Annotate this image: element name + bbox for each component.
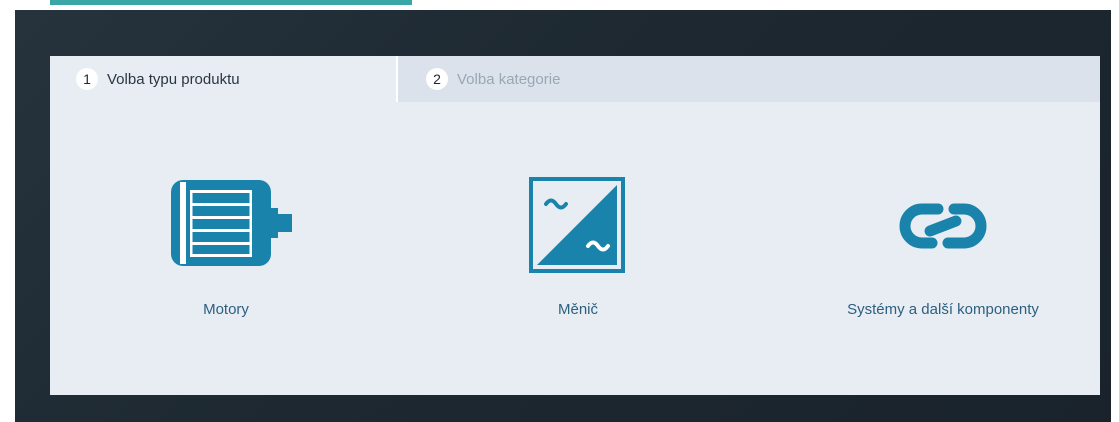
tab-product-type[interactable]: 1 Volba typu produktu xyxy=(50,56,398,102)
step-number-1: 1 xyxy=(76,68,98,90)
motor-icon xyxy=(171,180,292,266)
tab-label: Volba typu produktu xyxy=(107,70,240,88)
converter-icon xyxy=(529,177,625,273)
tab-label: Volba kategorie xyxy=(457,70,561,88)
category-label: Systémy a další komponenty xyxy=(847,301,1039,318)
category-motors[interactable]: Motory xyxy=(76,176,376,326)
tab-category[interactable]: 2 Volba kategorie xyxy=(398,56,1100,102)
step-number-2: 2 xyxy=(426,68,448,90)
category-label: Měnič xyxy=(557,301,598,318)
category-converter[interactable]: Měnič xyxy=(428,176,728,326)
category-systems[interactable]: Systémy a další komponenty xyxy=(793,176,1093,326)
category-label: Motory xyxy=(203,301,249,318)
wizard-tabs: 1 Volba typu produktu 2 Volba kategorie xyxy=(50,56,1100,102)
product-selector-panel: 1 Volba typu produktu 2 Volba kategorie xyxy=(50,56,1100,395)
link-icon xyxy=(899,203,987,249)
top-accent-bar xyxy=(50,0,412,5)
